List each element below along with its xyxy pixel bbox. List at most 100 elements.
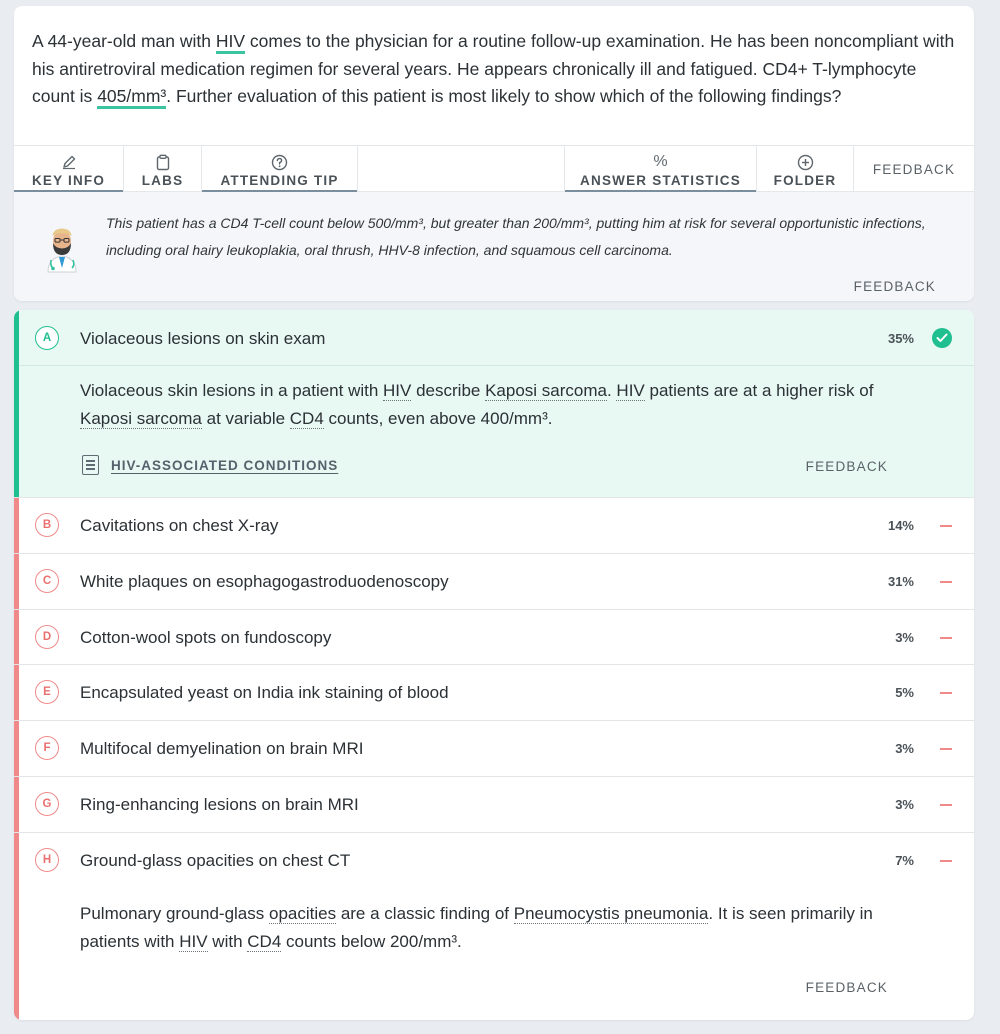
question-circle-icon xyxy=(271,153,289,171)
explanation-text: Pulmonary ground-glass xyxy=(80,904,269,923)
tab-answer-statistics-label: ANSWER STATISTICS xyxy=(580,173,741,188)
keyword-hiv[interactable]: HIV xyxy=(215,31,246,54)
option-text: Violaceous lesions on skin exam xyxy=(80,329,326,348)
term-hiv[interactable]: HIV xyxy=(383,381,412,401)
article-icon xyxy=(82,455,99,475)
explanation-a: Violaceous skin lesions in a patient wit… xyxy=(80,377,910,432)
tab-folder-label: FOLDER xyxy=(773,173,837,188)
tip-feedback-button[interactable]: FEEDBACK xyxy=(854,279,936,294)
explanation-text: counts below 200/mm³. xyxy=(281,931,462,951)
incorrect-stripe xyxy=(14,610,19,664)
option-text: White plaques on esophagogastroduodenosc… xyxy=(80,572,449,591)
explanation-text: patients are at a higher risk of xyxy=(644,381,874,400)
term-hiv[interactable]: HIV xyxy=(179,931,208,952)
tab-feedback-label: FEEDBACK xyxy=(872,162,956,177)
explanation-text: describe xyxy=(411,381,486,400)
question-card: A 44-year-old man with HIV comes to the … xyxy=(14,6,974,301)
plus-circle-icon xyxy=(796,153,814,171)
incorrect-stripe xyxy=(14,721,19,776)
incorrect-stripe xyxy=(14,665,19,720)
explanation-h-feedback-button[interactable]: FEEDBACK xyxy=(806,980,888,995)
option-text: Cotton-wool spots on fundoscopy xyxy=(80,628,332,647)
option-letter: C xyxy=(35,569,59,593)
term-kaposi-sarcoma[interactable]: Kaposi sarcoma xyxy=(80,408,202,429)
option-text: Encapsulated yeast on India ink staining… xyxy=(80,683,449,702)
option-percent: 7% xyxy=(895,853,914,868)
option-text: Cavitations on chest X-ray xyxy=(80,516,279,535)
option-letter: G xyxy=(35,792,59,816)
minus-icon xyxy=(940,860,952,862)
tab-labs-label: LABS xyxy=(141,173,184,188)
stem-text: . Further evaluation of this patient is … xyxy=(166,86,842,106)
tab-labs[interactable]: LABS xyxy=(124,146,202,193)
option-letter: D xyxy=(35,625,59,649)
attending-tip-text: This patient has a CD4 T-cell count belo… xyxy=(106,215,926,258)
minus-icon xyxy=(940,525,952,527)
tab-answer-statistics[interactable]: % ANSWER STATISTICS xyxy=(564,146,757,194)
explanation-h: Pulmonary ground-glass opacities are a c… xyxy=(80,900,910,955)
term-hiv[interactable]: HIV xyxy=(616,381,645,401)
incorrect-stripe xyxy=(14,833,19,1020)
doctor-avatar-icon xyxy=(42,224,82,274)
tab-feedback[interactable]: FEEDBACK xyxy=(854,146,974,193)
answer-option-c[interactable]: C White plaques on esophagogastroduodeno… xyxy=(14,554,974,610)
answer-option-a[interactable]: A Violaceous lesions on skin exam 35% Vi… xyxy=(14,310,974,498)
minus-icon xyxy=(940,637,952,639)
pencil-icon xyxy=(60,153,78,171)
term-cd4[interactable]: CD4 xyxy=(247,931,282,952)
correct-stripe xyxy=(14,310,19,497)
incorrect-stripe xyxy=(14,777,19,832)
term-pneumocystis-pneumonia[interactable]: Pneumocystis pneumonia xyxy=(513,904,709,924)
option-letter: E xyxy=(35,680,59,704)
tab-attending-tip[interactable]: ATTENDING TIP xyxy=(202,146,358,194)
term-opacities[interactable]: opacities xyxy=(268,904,337,924)
option-letter: H xyxy=(35,848,59,872)
question-toolbar: KEY INFO LABS ATTENDING TIP % ANSWER STA… xyxy=(14,145,974,194)
percent-icon: % xyxy=(653,153,668,170)
answer-option-d[interactable]: D Cotton-wool spots on fundoscopy 3% xyxy=(14,610,974,665)
explanation-text: with xyxy=(207,931,248,951)
option-percent: 35% xyxy=(887,331,914,346)
option-letter: F xyxy=(35,736,59,760)
explanation-text: . xyxy=(606,381,617,400)
explanation-a-feedback-button[interactable]: FEEDBACK xyxy=(806,459,888,474)
keyword-cd4-count[interactable]: 405/mm³ xyxy=(97,86,167,109)
option-percent: 3% xyxy=(895,797,914,812)
option-percent: 3% xyxy=(895,630,914,645)
article-link-label: HIV-ASSOCIATED CONDITIONS xyxy=(111,457,339,473)
term-cd4[interactable]: CD4 xyxy=(289,408,324,429)
explanation-text: counts, even above 400/mm³. xyxy=(323,408,553,428)
correct-check-icon xyxy=(932,328,952,348)
minus-icon xyxy=(940,581,952,583)
attending-tip-panel: This patient has a CD4 T-cell count belo… xyxy=(14,192,974,301)
tab-key-info[interactable]: KEY INFO xyxy=(14,146,124,194)
minus-icon xyxy=(940,692,952,694)
answer-option-f[interactable]: F Multifocal demyelination on brain MRI … xyxy=(14,721,974,777)
option-percent: 31% xyxy=(887,574,914,589)
option-divider xyxy=(19,365,974,366)
explanation-text: are a classic finding of xyxy=(336,904,514,923)
option-letter: B xyxy=(35,513,59,537)
option-text: Ground-glass opacities on chest CT xyxy=(80,851,351,870)
option-percent: 14% xyxy=(887,518,914,533)
answer-option-e[interactable]: E Encapsulated yeast on India ink staini… xyxy=(14,665,974,721)
answer-option-g[interactable]: G Ring-enhancing lesions on brain MRI 3% xyxy=(14,777,974,833)
answer-choices-card: A Violaceous lesions on skin exam 35% Vi… xyxy=(14,310,974,1020)
minus-icon xyxy=(940,748,952,750)
option-text: Multifocal demyelination on brain MRI xyxy=(80,739,364,758)
answer-option-h[interactable]: H Ground-glass opacities on chest CT 7% … xyxy=(14,833,974,1020)
minus-icon xyxy=(940,804,952,806)
answer-option-b[interactable]: B Cavitations on chest X-ray 14% xyxy=(14,498,974,554)
tab-attending-tip-label: ATTENDING TIP xyxy=(220,173,339,188)
tab-folder[interactable]: FOLDER xyxy=(757,146,854,193)
incorrect-stripe xyxy=(14,498,19,553)
stem-text: A 44-year-old man with xyxy=(32,31,216,51)
article-link-hiv-conditions[interactable]: HIV-ASSOCIATED CONDITIONS xyxy=(82,455,338,475)
option-text: Ring-enhancing lesions on brain MRI xyxy=(80,795,359,814)
option-letter: A xyxy=(35,326,59,350)
option-percent: 5% xyxy=(895,685,914,700)
term-kaposi-sarcoma[interactable]: Kaposi sarcoma xyxy=(485,381,607,401)
incorrect-stripe xyxy=(14,554,19,609)
explanation-text: at variable xyxy=(201,408,290,428)
option-percent: 3% xyxy=(895,741,914,756)
